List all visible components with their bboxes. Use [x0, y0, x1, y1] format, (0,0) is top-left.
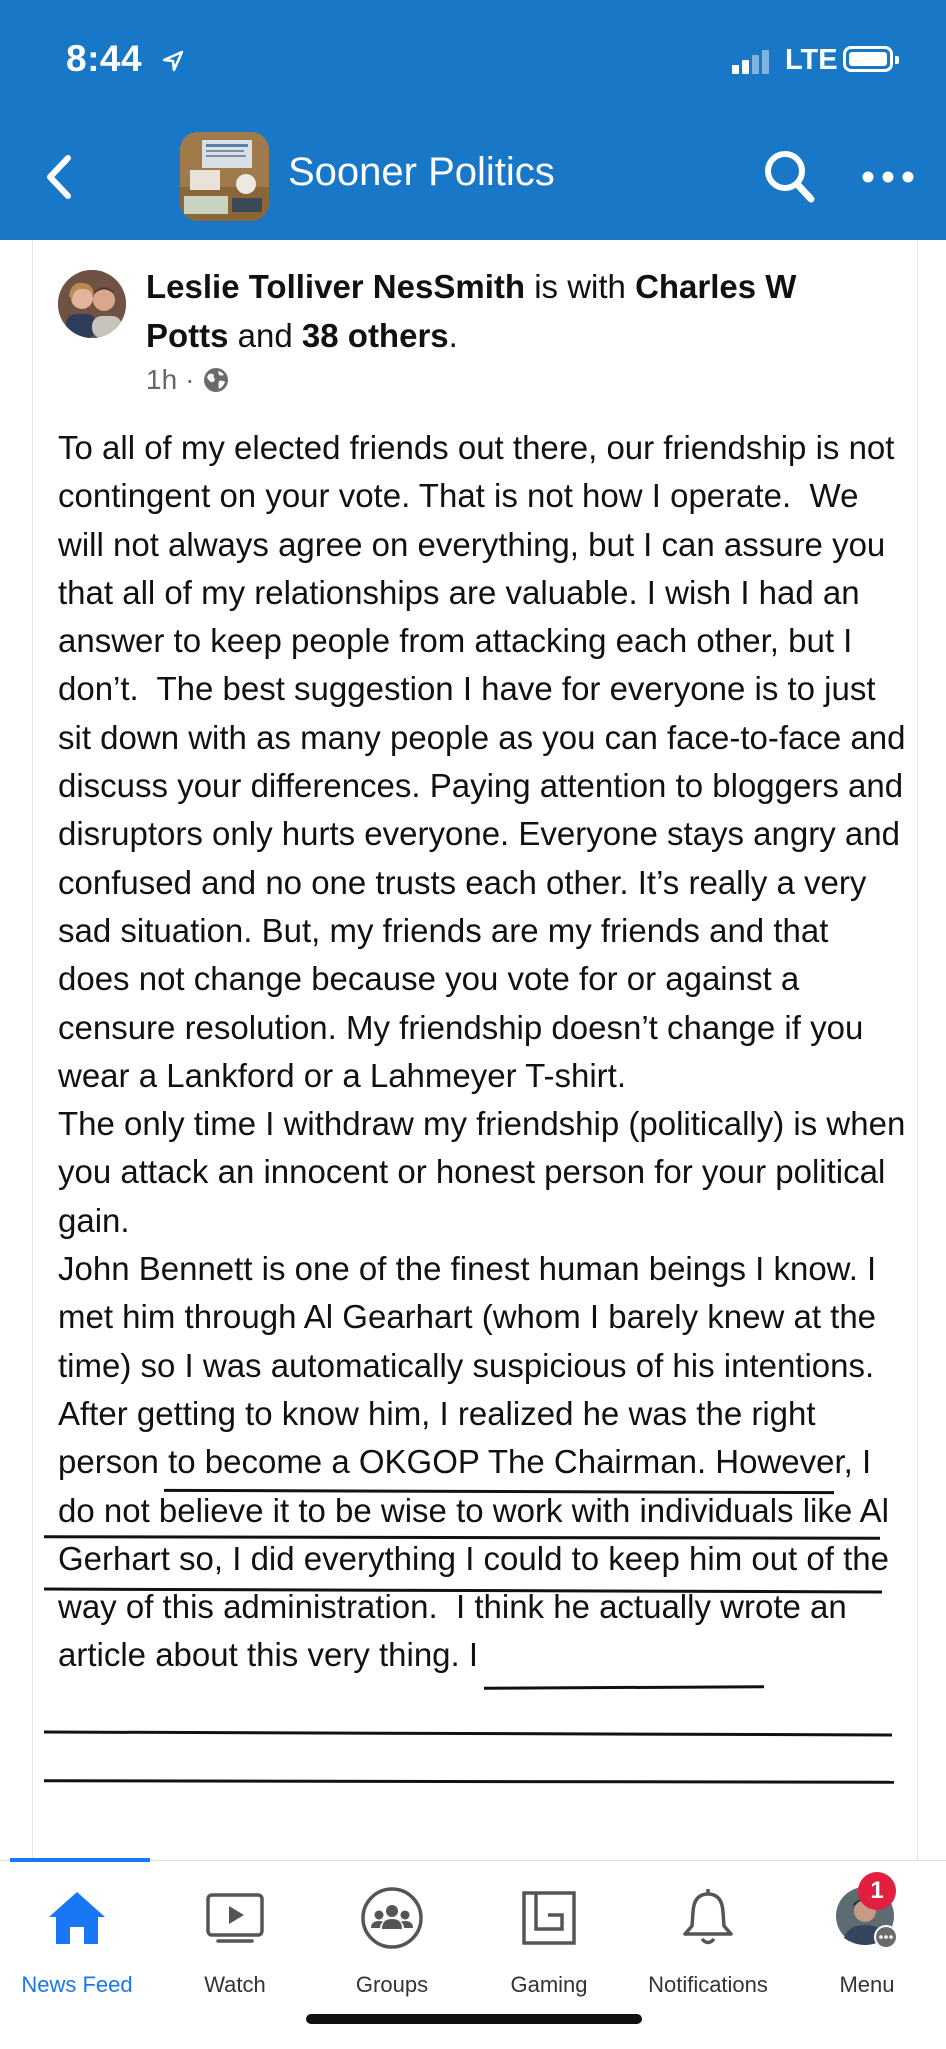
- tab-label: News Feed: [21, 1972, 133, 1997]
- post-timestamp[interactable]: 1h: [146, 364, 177, 396]
- globe-icon: [204, 368, 229, 392]
- battery-icon: [843, 46, 899, 72]
- more-horizontal-icon[interactable]: [860, 165, 916, 189]
- location-arrow-icon: [162, 50, 184, 72]
- post-paragraph: John Bennett is one of the finest human …: [58, 1250, 899, 1674]
- search-icon[interactable]: [762, 148, 816, 204]
- tab-news-feed[interactable]: News Feed: [2, 1880, 152, 1998]
- and-text: and: [228, 317, 302, 354]
- meta-separator: ·: [185, 364, 195, 395]
- tab-groups[interactable]: Groups: [317, 1880, 467, 1998]
- app-header: 8:44 LTE Sooner Politics: [0, 0, 946, 240]
- post-paragraph: To all of my elected friends out there, …: [58, 429, 915, 1094]
- tab-label: Menu: [839, 1972, 895, 1997]
- notification-badge: 1: [858, 1872, 896, 1910]
- tab-label: Notifications: [648, 1972, 768, 1997]
- post-paragraph: The only time I withdraw my friendship (…: [58, 1105, 915, 1239]
- active-tab-indicator: [10, 1858, 150, 1862]
- author-avatar[interactable]: [58, 270, 126, 338]
- group-cover-image[interactable]: [180, 132, 269, 221]
- groups-icon: [361, 1887, 423, 1949]
- tab-watch[interactable]: Watch: [160, 1880, 310, 1998]
- network-type: LTE: [785, 44, 838, 76]
- tab-label: Gaming: [510, 1972, 588, 1997]
- post-meta: 1h ·: [146, 364, 230, 396]
- author-name-link[interactable]: Leslie Tolliver NesSmith: [146, 268, 525, 305]
- post-author-line: Leslie Tolliver NesSmith is with Charles…: [146, 262, 886, 360]
- tab-notifications[interactable]: Notifications: [632, 1880, 784, 1998]
- tab-label: Groups: [355, 1972, 429, 1997]
- tab-gaming[interactable]: Gaming: [474, 1880, 624, 1998]
- with-text: is with: [525, 268, 636, 305]
- tagged-others-link[interactable]: 38 others: [302, 317, 449, 354]
- status-time: 8:44: [66, 38, 143, 79]
- video-icon: [206, 1893, 264, 1943]
- signal-strength-icon: [732, 48, 776, 74]
- home-icon: [49, 1892, 105, 1944]
- period-text: .: [448, 317, 458, 354]
- tab-label: Watch: [204, 1972, 266, 1997]
- home-indicator[interactable]: [306, 2014, 642, 2024]
- back-button[interactable]: [38, 152, 78, 202]
- page-title: Sooner Politics: [288, 150, 555, 194]
- gaming-icon: [522, 1891, 576, 1945]
- bell-icon: [683, 1889, 733, 1945]
